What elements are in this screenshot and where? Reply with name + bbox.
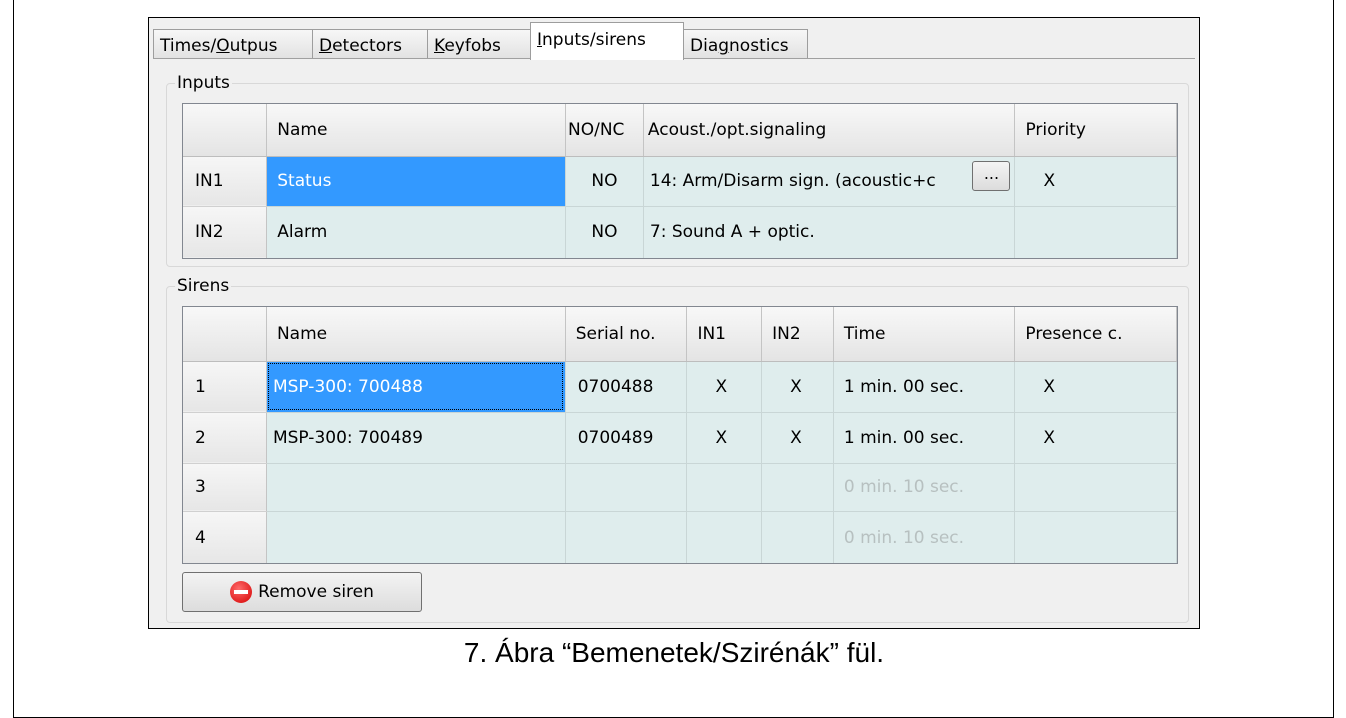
siren-in2-cell[interactable]: [761, 511, 834, 563]
table-row[interactable]: 4 0 min. 10 sec.: [183, 511, 1177, 563]
siren-presence-cell[interactable]: [1014, 511, 1177, 563]
siren-presence-cell[interactable]: [1014, 463, 1177, 512]
siren-name-cell[interactable]: [266, 463, 566, 512]
tab-strip: Times/Outpus Detectors Keyfobs Inputs/si…: [149, 18, 1199, 60]
sirens-group-label: Sirens: [175, 276, 232, 296]
siren-in1-cell[interactable]: X: [686, 412, 763, 464]
siren-in1-cell[interactable]: X: [686, 361, 763, 413]
siren-serial-cell[interactable]: [565, 463, 688, 512]
column-header-name[interactable]: Name: [266, 104, 566, 157]
siren-time-cell[interactable]: 1 min. 00 sec.: [833, 361, 1016, 413]
column-header-corner: [183, 307, 267, 362]
inputs-header-row: Name NO/NC Acoust./opt.signaling Priorit…: [183, 104, 1177, 157]
input-priority-cell[interactable]: [1014, 206, 1177, 258]
tab-label: utpus: [229, 36, 278, 56]
siren-presence-cell[interactable]: X: [1014, 361, 1177, 413]
ellipsis-button[interactable]: ...: [972, 160, 1011, 191]
input-signaling-text: 14: Arm/Disarm sign. (acoustic+c: [649, 171, 936, 191]
tab-label: nputs/sirens: [542, 30, 646, 50]
input-signaling-cell[interactable]: 7: Sound A + optic.: [643, 206, 1016, 258]
row-header[interactable]: 2: [183, 412, 267, 464]
sirens-header-row: Name Serial no. IN1 IN2 Time Presence c.: [183, 307, 1177, 362]
sirens-table: Name Serial no. IN1 IN2 Time Presence c.…: [183, 307, 1177, 563]
row-header[interactable]: 1: [183, 361, 267, 413]
table-row[interactable]: IN1 Status NO 14: Arm/Disarm sign. (acou…: [183, 156, 1177, 207]
siren-serial-cell[interactable]: 0700488: [565, 361, 688, 413]
input-signaling-cell[interactable]: 14: Arm/Disarm sign. (acoustic+c ...: [643, 156, 1016, 207]
row-header[interactable]: IN1: [183, 156, 268, 207]
siren-presence-cell[interactable]: X: [1014, 412, 1177, 464]
row-header[interactable]: 3: [183, 463, 267, 512]
input-name-cell[interactable]: Alarm: [266, 206, 566, 258]
siren-in1-cell[interactable]: [686, 463, 763, 512]
tab-label-accel: O: [216, 36, 230, 56]
column-header-in1[interactable]: IN1: [686, 307, 763, 362]
input-name-cell[interactable]: Status: [266, 156, 566, 207]
inputs-group-label: Inputs: [175, 73, 232, 93]
tab-label: eyfobs: [444, 36, 501, 56]
siren-name-cell[interactable]: MSP-300: 700489: [266, 412, 566, 464]
tab-keyfobs[interactable]: Keyfobs: [427, 29, 531, 58]
tab-label: nostics: [729, 36, 789, 56]
remove-siren-label: Remove siren: [258, 582, 374, 602]
sirens-grid: Name Serial no. IN1 IN2 Time Presence c.…: [182, 306, 1178, 564]
tab-times-outputs[interactable]: Times/Outpus: [153, 29, 313, 58]
tab-label-accel: K: [434, 36, 445, 56]
column-header-priority[interactable]: Priority: [1014, 104, 1177, 157]
table-row[interactable]: 2 MSP-300: 700489 0700489 X X 1 min. 00 …: [183, 412, 1177, 464]
siren-time-cell[interactable]: 1 min. 00 sec.: [833, 412, 1016, 464]
row-header[interactable]: 4: [183, 511, 267, 563]
siren-in2-cell[interactable]: [761, 463, 834, 512]
column-header-signaling[interactable]: Acoust./opt.signaling: [643, 104, 1016, 157]
column-header-name[interactable]: Name: [266, 307, 566, 362]
siren-name-cell[interactable]: MSP-300: 700488: [266, 361, 566, 413]
siren-in1-cell[interactable]: [686, 511, 763, 563]
input-priority-cell[interactable]: X: [1014, 156, 1177, 207]
siren-time-cell[interactable]: 0 min. 10 sec.: [833, 463, 1016, 512]
input-nonc-cell[interactable]: NO: [565, 206, 644, 258]
column-header-presence[interactable]: Presence c.: [1014, 307, 1177, 362]
input-nonc-cell[interactable]: NO: [565, 156, 644, 207]
siren-in2-cell[interactable]: X: [761, 361, 834, 413]
column-header-serial[interactable]: Serial no.: [565, 307, 688, 362]
tab-diagnostics[interactable]: Diagnostics: [683, 29, 808, 58]
row-header[interactable]: IN2: [183, 206, 268, 258]
inputs-table: Name NO/NC Acoust./opt.signaling Priorit…: [183, 104, 1177, 258]
column-header-time[interactable]: Time: [833, 307, 1016, 362]
column-header-corner: [183, 104, 268, 157]
tab-label: etectors: [332, 36, 402, 56]
siren-serial-cell[interactable]: 0700489: [565, 412, 688, 464]
table-row[interactable]: 1 MSP-300: 700488 0700488 X X 1 min. 00 …: [183, 361, 1177, 413]
table-row[interactable]: IN2 Alarm NO 7: Sound A + optic.: [183, 206, 1177, 258]
tab-inputs-sirens[interactable]: Inputs/sirens: [530, 22, 684, 60]
siren-serial-cell[interactable]: [565, 511, 688, 563]
column-header-nonc[interactable]: NO/NC: [565, 104, 644, 157]
tab-detectors[interactable]: Detectors: [312, 29, 428, 58]
column-header-in2[interactable]: IN2: [761, 307, 834, 362]
tab-label-accel: g: [718, 36, 730, 56]
remove-siren-button[interactable]: Remove siren: [182, 572, 422, 612]
no-entry-icon: [230, 581, 253, 603]
app-window: Times/Outpus Detectors Keyfobs Inputs/si…: [148, 17, 1200, 629]
inputs-grid: Name NO/NC Acoust./opt.signaling Priorit…: [182, 103, 1178, 259]
siren-name-cell[interactable]: [266, 511, 566, 563]
tab-label: Times/: [160, 36, 217, 56]
figure-caption: 7. Ábra “Bemenetek/Szirénák” fül.: [463, 637, 885, 668]
tab-label: Dia: [690, 36, 719, 56]
tab-label-accel: D: [319, 36, 333, 56]
table-row[interactable]: 3 0 min. 10 sec.: [183, 463, 1177, 512]
siren-in2-cell[interactable]: X: [761, 412, 834, 464]
siren-time-cell[interactable]: 0 min. 10 sec.: [833, 511, 1016, 563]
